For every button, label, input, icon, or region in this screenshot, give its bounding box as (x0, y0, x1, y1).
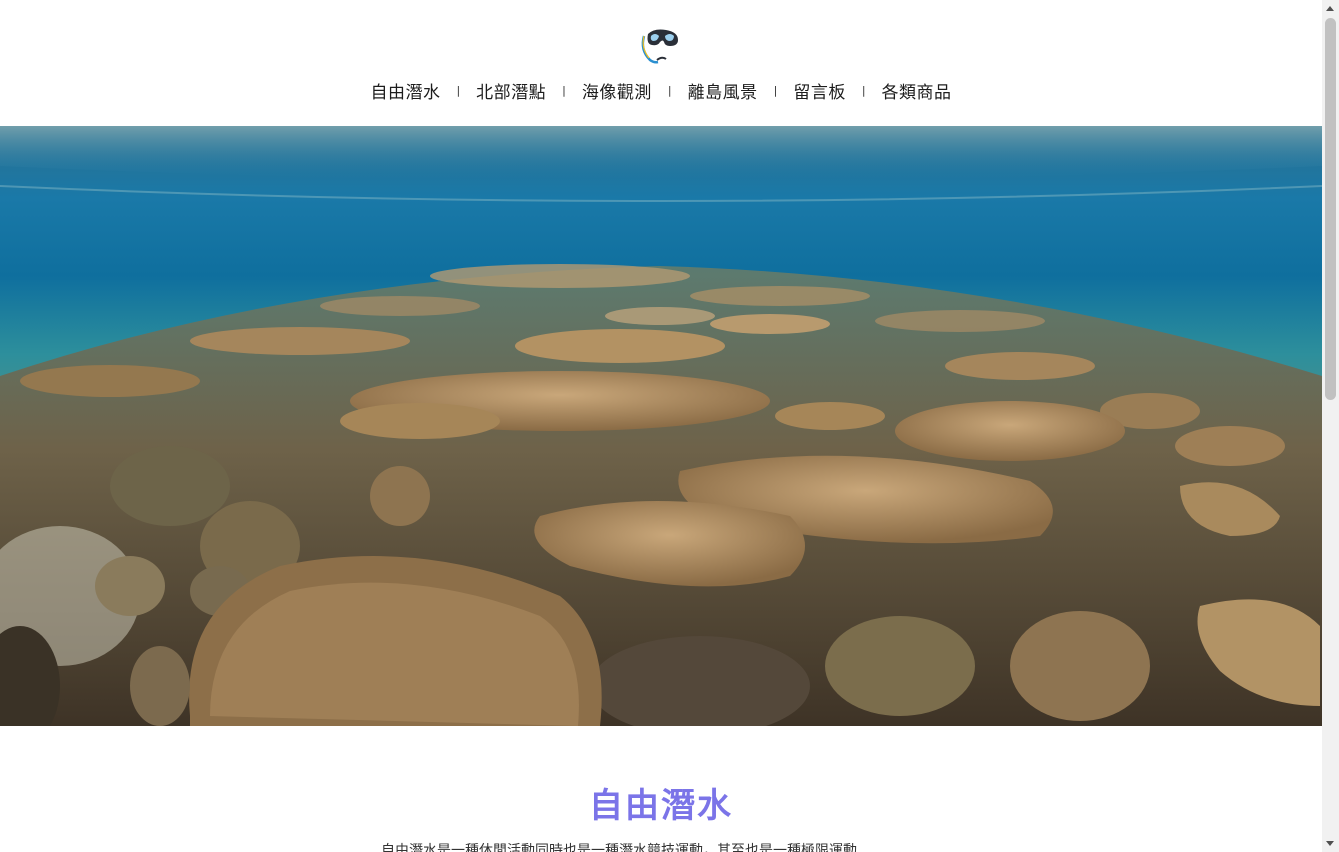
nav-item-freediving[interactable]: 自由潛水 (368, 78, 442, 103)
nav-item-message-board[interactable]: 留言板 (791, 78, 848, 103)
nav-item-products[interactable]: 各類商品 (880, 78, 954, 103)
scroll-down-arrow-icon[interactable] (1322, 835, 1339, 852)
scrollbar-thumb[interactable] (1325, 18, 1336, 400)
nav-item-island-scenery[interactable]: 離島風景 (686, 78, 760, 103)
nav-separator: | (773, 83, 778, 97)
nav-item-sea-observation[interactable]: 海像觀測 (580, 78, 654, 103)
section-title: 自由潛水 (589, 786, 733, 826)
main-nav: 自由潛水 | 北部潛點 | 海像觀測 | 離島風景 | 留言板 | 各類商品 (0, 76, 1322, 104)
section-intro-text: 自由潛水是一種休閒活動同時也是一種潛水競技運動，其至也是一種極限運動 (381, 843, 857, 852)
page: 自由潛水 | 北部潛點 | 海像觀測 | 離島風景 | 留言板 | 各類商品 自… (0, 0, 1322, 852)
snorkel-mask-icon[interactable] (638, 26, 684, 66)
nav-separator: | (667, 83, 672, 97)
nav-separator: | (456, 83, 461, 97)
site-header: 自由潛水 | 北部潛點 | 海像觀測 | 離島風景 | 留言板 | 各類商品 (0, 0, 1322, 126)
vertical-scrollbar[interactable] (1322, 0, 1339, 852)
hero-coral-reef-image (0, 126, 1322, 726)
nav-separator: | (861, 83, 866, 97)
nav-separator: | (562, 83, 566, 97)
nav-item-north-spots[interactable]: 北部潛點 (474, 78, 548, 103)
scroll-up-arrow-icon[interactable] (1322, 0, 1339, 17)
